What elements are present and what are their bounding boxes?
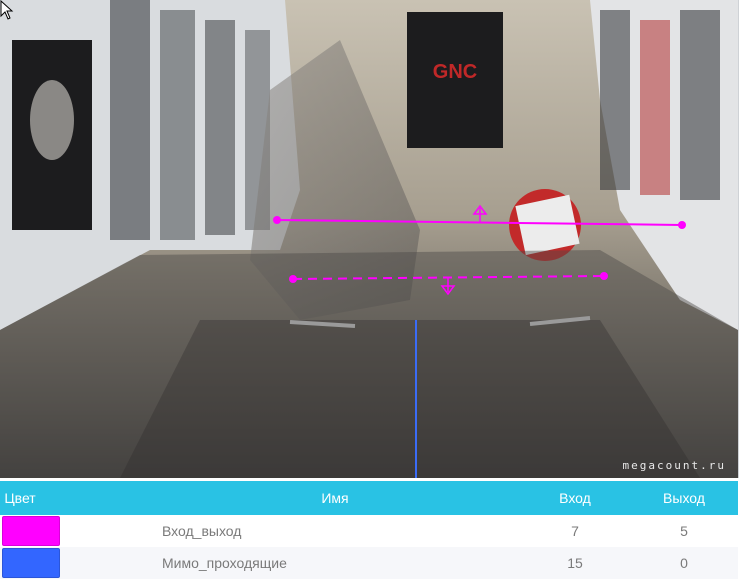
- row-name: Вход_выход: [162, 523, 242, 539]
- header-name: Имя: [321, 490, 349, 506]
- camera-frame: GNC: [0, 0, 738, 478]
- row-in: 7: [571, 523, 579, 539]
- right-shelf-products: [600, 10, 720, 200]
- header-out: Выход: [663, 490, 705, 506]
- table-row[interactable]: Вход_выход 7 5: [0, 515, 738, 547]
- color-swatch[interactable]: [2, 548, 60, 578]
- header-color: Цвет: [4, 490, 36, 506]
- table-row[interactable]: Мимо_проходящие 15 0: [0, 547, 738, 579]
- watermark: megacount.ru: [622, 459, 726, 472]
- row-out: 5: [680, 523, 688, 539]
- row-in: 15: [567, 555, 583, 571]
- store-sign: GNC: [433, 61, 477, 83]
- row-name: Мимо_проходящие: [162, 555, 287, 571]
- header-in: Вход: [559, 490, 591, 506]
- counters-table: Цвет Имя Вход Выход Вход_выход 7 5 Мимо_…: [0, 481, 738, 579]
- row-out: 0: [680, 555, 688, 571]
- color-swatch[interactable]: [2, 516, 60, 546]
- mouse-cursor-icon: [0, 0, 14, 20]
- camera-view: GNC megacount.ru: [0, 0, 739, 478]
- table-header: Цвет Имя Вход Выход: [0, 481, 738, 515]
